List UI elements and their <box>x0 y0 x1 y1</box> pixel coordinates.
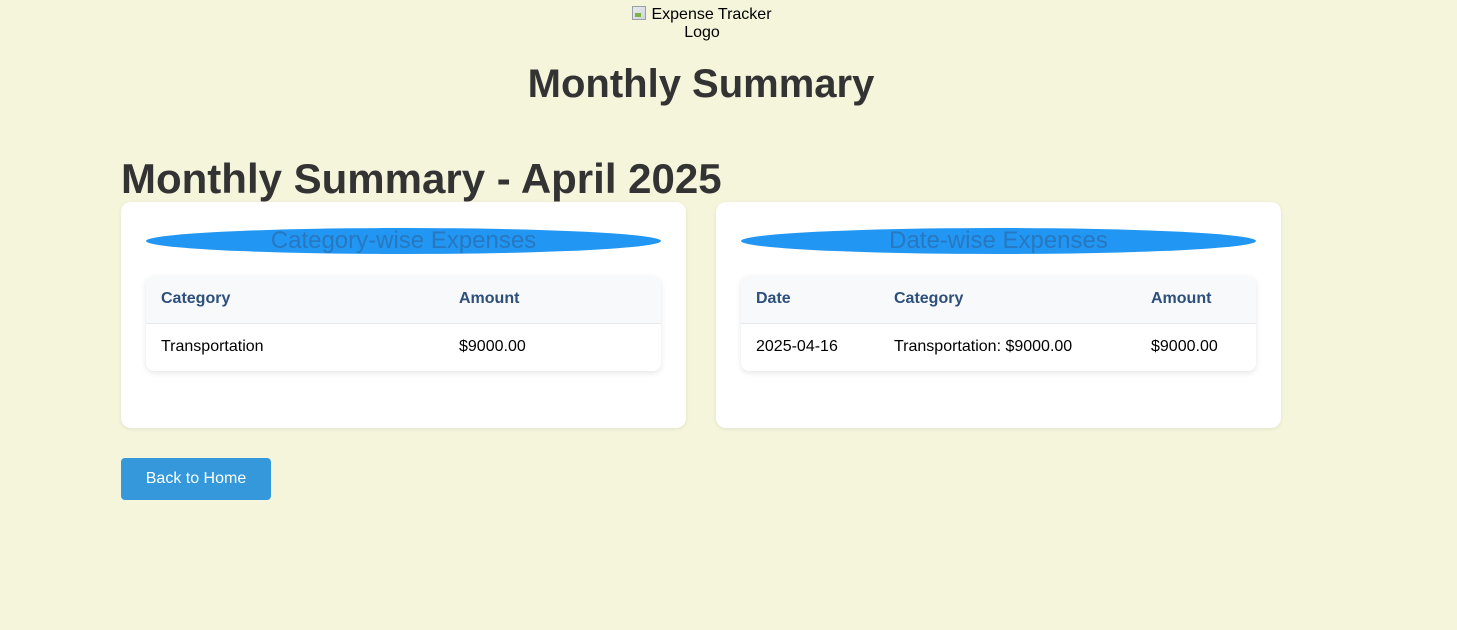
cell-amount: $9000.00 <box>459 338 526 356</box>
table-row: 2025-04-16 Transportation: $9000.00 $900… <box>741 323 1256 371</box>
column-header-category: Category <box>879 276 1136 324</box>
column-header-category: Category <box>146 276 444 324</box>
column-header-date: Date <box>741 276 879 324</box>
broken-image-icon <box>632 6 647 20</box>
table-header-row: Date Category Amount <box>741 276 1256 324</box>
back-to-home-button[interactable]: Back to Home <box>121 458 271 500</box>
date-table: Date Category Amount 2025-04-16 Transpor… <box>741 276 1256 371</box>
cell-category: Transportation: $9000.00 <box>894 338 1073 356</box>
page-title: Monthly Summary <box>527 62 875 106</box>
cell-category: Transportation <box>161 338 264 356</box>
logo-image: Expense Tracker Logo <box>626 6 778 42</box>
category-table: Category Amount Transportation $9000.00 <box>146 276 661 371</box>
column-header-amount: Amount <box>444 276 661 324</box>
date-table-container: Date Category Amount 2025-04-16 Transpor… <box>741 276 1256 371</box>
logo-alt-text: Expense Tracker Logo <box>651 6 772 41</box>
cell-amount: $9000.00 <box>1151 338 1218 356</box>
category-expenses-heading: Category-wise Expenses <box>270 227 537 254</box>
category-expenses-card: Category-wise Expenses Category Amount T… <box>121 202 686 428</box>
cell-date: 2025-04-16 <box>756 338 838 356</box>
category-table-container: Category Amount Transportation $9000.00 <box>146 276 661 371</box>
date-expenses-card: Date-wise Expenses Date Category Amount … <box>716 202 1281 428</box>
summary-heading: Monthly Summary - April 2025 <box>121 155 722 202</box>
date-expenses-heading: Date-wise Expenses <box>889 227 1108 254</box>
table-row: Transportation $9000.00 <box>146 323 661 371</box>
column-header-amount: Amount <box>1136 276 1256 324</box>
table-header-row: Category Amount <box>146 276 661 324</box>
